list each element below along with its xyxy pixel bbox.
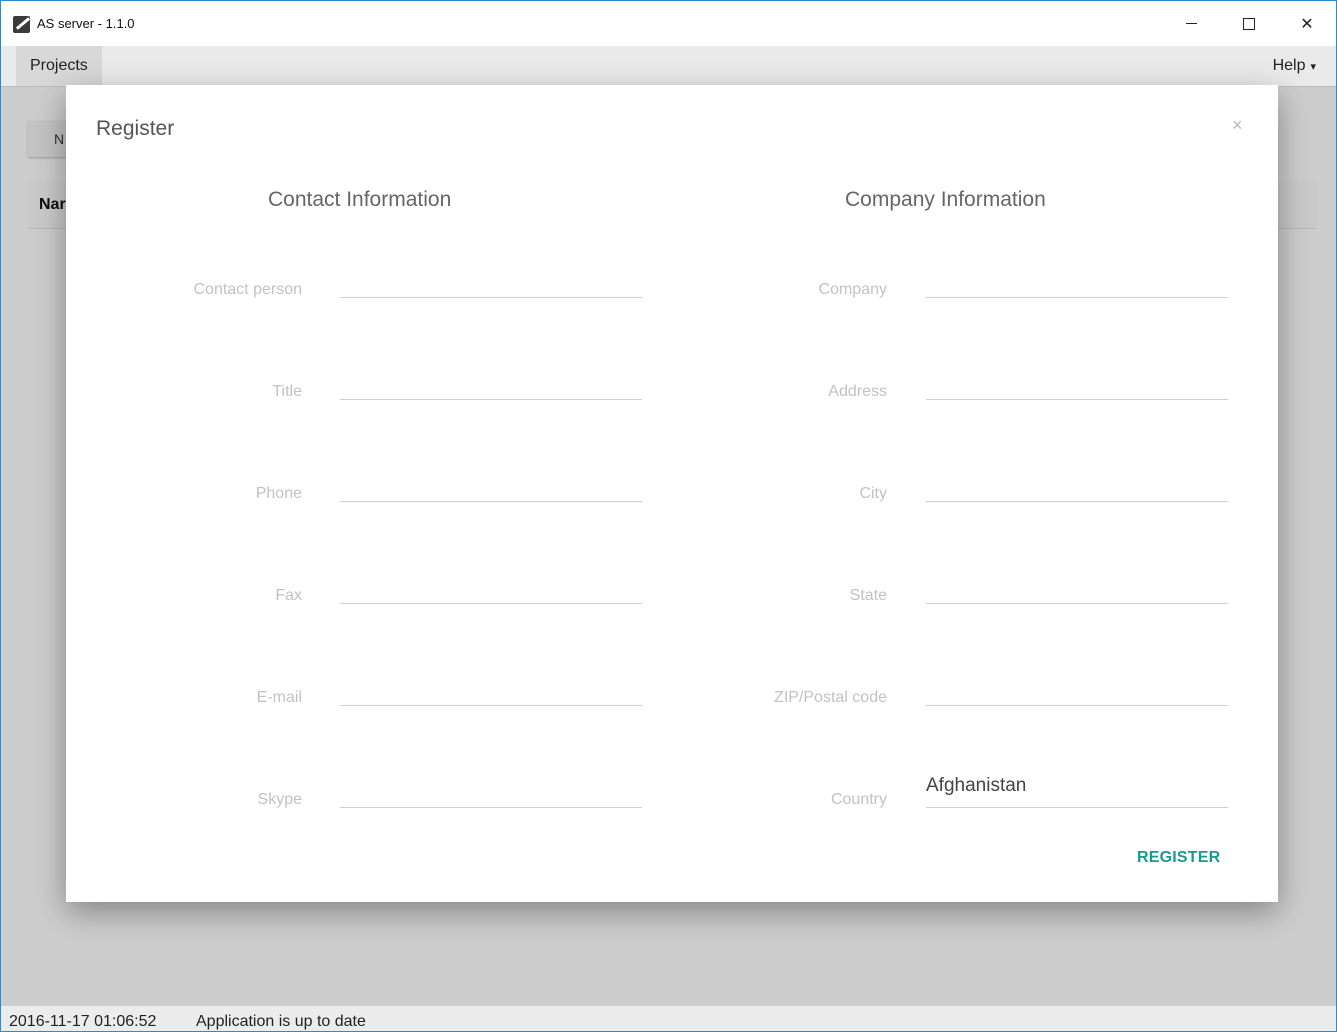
skype-label: Skype [257,791,302,808]
window-title: AS server - 1.1.0 [37,16,135,31]
close-window-button[interactable]: ✕ [1278,1,1336,46]
address-label: Address [828,383,887,400]
contact-section-title: Contact Information [268,188,452,211]
minimize-button[interactable] [1162,1,1220,46]
status-bar: 2016-11-17 01:06:52 Application is up to… [1,1005,1336,1031]
company-input[interactable] [926,261,1228,298]
contact-person-label: Contact person [193,281,302,298]
close-icon: ✕ [1300,15,1314,33]
city-input[interactable] [926,465,1228,502]
email-input[interactable] [340,669,642,706]
menu-bar: Projects Help ▾ [1,46,1336,87]
menu-projects[interactable]: Projects [16,46,102,86]
zip-label: ZIP/Postal code [774,689,887,706]
title-bar[interactable]: AS server - 1.1.0 ✕ [1,1,1336,46]
company-section-title: Company Information [845,188,1046,211]
country-select[interactable]: Afghanistan [926,771,1228,808]
maximize-icon [1243,17,1255,30]
fax-input[interactable] [340,567,642,604]
maximize-button[interactable] [1220,1,1278,46]
register-button[interactable]: REGISTER [1137,849,1220,867]
phone-input[interactable] [340,465,642,502]
city-label: City [859,485,887,502]
address-input[interactable] [926,363,1228,400]
state-input[interactable] [926,567,1228,604]
status-timestamp: 2016-11-17 01:06:52 [9,1013,157,1030]
skype-input[interactable] [340,771,642,808]
fax-label: Fax [275,587,302,604]
chevron-down-icon: ▾ [1310,61,1316,73]
menu-help[interactable]: Help ▾ [1273,46,1316,86]
title-label: Title [272,383,302,400]
app-icon [13,16,30,33]
email-label: E-mail [256,689,302,706]
country-value: Afghanistan [926,775,1027,796]
phone-label: Phone [255,485,302,502]
status-message: Application is up to date [196,1013,366,1030]
state-label: State [849,587,887,604]
register-dialog: Register × Contact Information Company I… [66,85,1278,902]
company-label: Company [818,281,887,298]
dialog-close-icon[interactable]: × [1232,115,1243,136]
title-input[interactable] [340,363,642,400]
country-label: Country [830,791,887,808]
contact-person-input[interactable] [340,261,642,298]
dialog-title: Register [96,117,175,140]
minimize-icon [1185,23,1197,24]
menu-help-label: Help [1272,57,1306,74]
zip-input[interactable] [926,669,1228,706]
